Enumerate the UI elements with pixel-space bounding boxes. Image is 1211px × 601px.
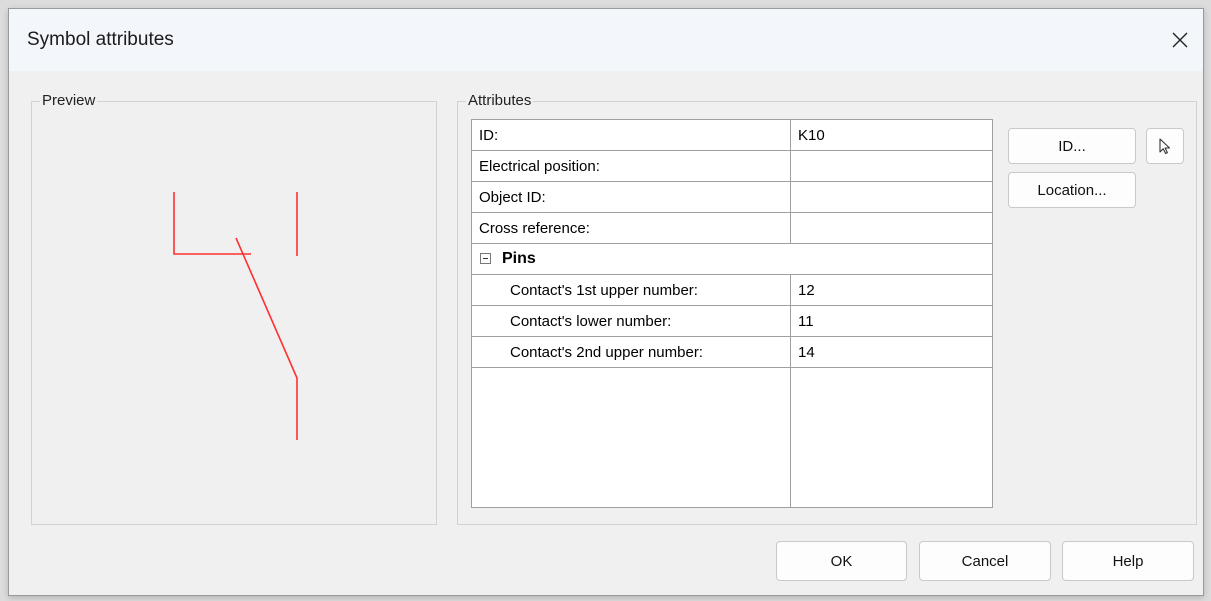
help-button[interactable]: Help (1062, 541, 1194, 581)
contact-symbol-preview (173, 192, 298, 440)
attribute-value[interactable]: K10 (798, 127, 825, 144)
attribute-name: Contact's 1st upper number: (510, 282, 698, 299)
attribute-row-cross-reference[interactable]: Cross reference: (472, 213, 992, 244)
close-icon (1172, 32, 1188, 48)
attribute-name: Electrical position: (479, 158, 600, 175)
attribute-row-id[interactable]: ID: K10 (472, 120, 992, 151)
attribute-name: Contact's lower number: (510, 313, 672, 330)
attribute-row-electrical-position[interactable]: Electrical position: (472, 151, 992, 182)
pin-row-lower[interactable]: Contact's lower number: 11 (472, 306, 992, 337)
cancel-button-label: Cancel (961, 552, 1009, 570)
changeover-contact-symbol (173, 192, 298, 440)
attribute-value[interactable]: 11 (798, 313, 814, 330)
attribute-row-object-id[interactable]: Object ID: (472, 182, 992, 213)
id-button-label: ID... (1058, 137, 1086, 155)
title-bar: Symbol attributes (9, 9, 1203, 71)
preview-group: Preview (31, 92, 437, 525)
attribute-name: Object ID: (479, 189, 546, 206)
attribute-name: Cross reference: (479, 220, 590, 237)
attribute-value[interactable]: 14 (798, 344, 815, 361)
cancel-button[interactable]: Cancel (919, 541, 1051, 581)
attributes-grid[interactable]: ID: K10 Electrical position: Object ID: … (471, 119, 993, 508)
pin-row-2nd-upper[interactable]: Contact's 2nd upper number: 14 (472, 337, 992, 368)
symbol-attributes-dialog: Symbol attributes Preview Attributes ID:… (8, 8, 1204, 596)
id-button[interactable]: ID... (1008, 128, 1136, 164)
attribute-name: ID: (479, 127, 499, 144)
attributes-label: Attributes (466, 92, 534, 109)
location-button[interactable]: Location... (1008, 172, 1136, 208)
ok-button[interactable]: OK (776, 541, 907, 581)
attributes-group: Attributes ID: K10 Electrical position: … (457, 92, 1197, 525)
attribute-name: Contact's 2nd upper number: (510, 344, 703, 361)
attribute-value[interactable]: 12 (798, 282, 815, 299)
collapse-minus-icon[interactable] (480, 253, 491, 264)
close-button[interactable] (1157, 17, 1203, 63)
location-button-label: Location... (1037, 181, 1107, 199)
pick-element-button[interactable] (1146, 128, 1184, 164)
ok-button-label: OK (830, 552, 853, 570)
help-button-label: Help (1112, 552, 1144, 570)
dialog-title: Symbol attributes (27, 29, 174, 50)
category-row-pins[interactable]: Pins (472, 244, 992, 275)
category-name: Pins (502, 250, 536, 267)
cursor-arrow-icon (1159, 138, 1171, 155)
pin-row-1st-upper[interactable]: Contact's 1st upper number: 12 (472, 275, 992, 306)
